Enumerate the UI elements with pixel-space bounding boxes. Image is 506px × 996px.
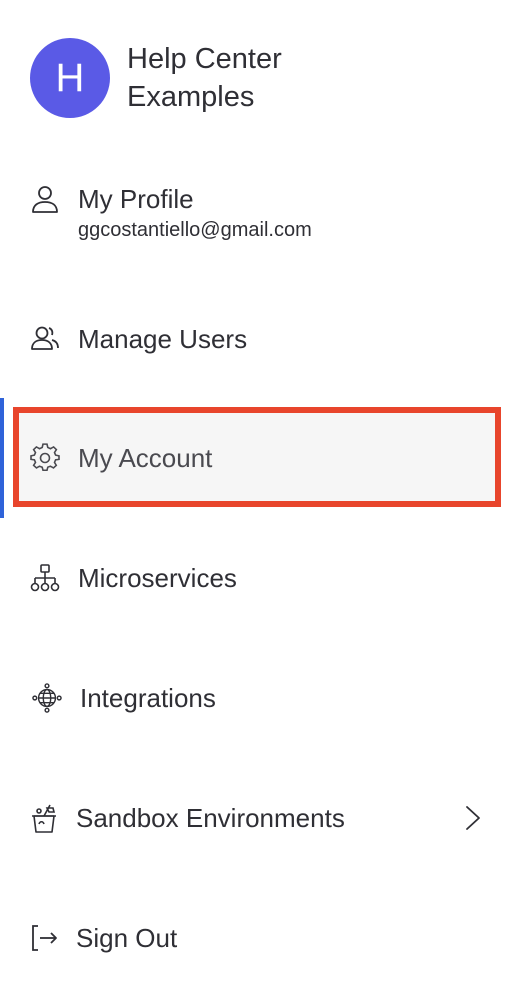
globe-network-icon [32, 683, 62, 713]
sign-out-icon [30, 923, 60, 953]
users-icon [30, 324, 60, 354]
menu-item-my-account[interactable]: My Account [0, 439, 506, 477]
menu-item-label: Sandbox Environments [76, 802, 345, 833]
menu-item-label: Integrations [80, 682, 216, 713]
profile-texts: My Profile ggcostantiello@gmail.com [78, 180, 312, 242]
profile-email: ggcostantiello@gmail.com [78, 219, 312, 241]
user-icon [30, 184, 60, 214]
menu-item-integrations[interactable]: Integrations [0, 679, 506, 717]
app-header: H Help Center Examples [30, 38, 357, 118]
menu-item-sandbox-environments[interactable]: Sandbox Environments [0, 799, 506, 837]
menu-item-my-profile[interactable]: My Profile ggcostantiello@gmail.com [0, 180, 506, 242]
chevron-right-icon[interactable] [464, 803, 482, 833]
app-title: Help Center Examples [127, 43, 282, 113]
hierarchy-icon [30, 563, 60, 593]
menu-item-label: My Profile [78, 184, 194, 214]
menu-item-label: Microservices [78, 562, 237, 593]
sandbox-icon [30, 803, 60, 833]
avatar[interactable]: H [30, 38, 110, 118]
menu-item-manage-users[interactable]: Manage Users [0, 320, 506, 358]
menu-item-sign-out[interactable]: Sign Out [0, 919, 506, 957]
menu-item-label: My Account [78, 442, 213, 473]
menu-item-label: Manage Users [78, 323, 248, 354]
gear-icon [30, 443, 60, 473]
menu-item-microservices[interactable]: Microservices [0, 559, 506, 597]
menu-item-label: Sign Out [76, 922, 178, 953]
